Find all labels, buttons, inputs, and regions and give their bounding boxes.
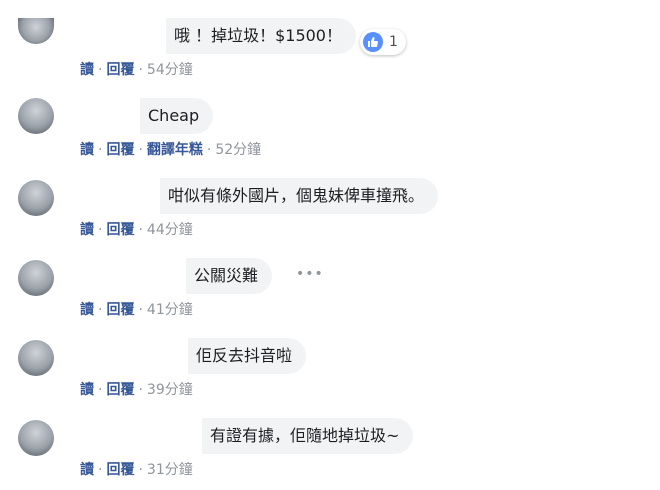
- reply-link[interactable]: 回覆: [106, 382, 134, 398]
- separator: ·: [138, 302, 143, 318]
- timestamp[interactable]: 31分鐘: [147, 462, 193, 478]
- separator: ·: [98, 382, 103, 398]
- avatar[interactable]: [18, 260, 54, 296]
- reaction-summary[interactable]: 1: [360, 29, 406, 55]
- commenter-name[interactable]: [68, 338, 188, 374]
- separator: ·: [138, 462, 143, 478]
- commenter-name[interactable]: [68, 258, 186, 294]
- reply-link[interactable]: 回覆: [106, 462, 134, 478]
- read-link[interactable]: 讀: [80, 382, 94, 398]
- separator: ·: [98, 222, 103, 238]
- more-horizontal-icon[interactable]: •••: [296, 266, 324, 282]
- reply-link[interactable]: 回覆: [106, 62, 134, 78]
- comment-text: 佢反去抖音啦: [196, 346, 293, 365]
- separator: ·: [98, 302, 103, 318]
- like-icon: [363, 32, 383, 52]
- commenter-name[interactable]: [68, 418, 202, 454]
- comment-text: 咁似有條外國片，個鬼妹俾車撞飛。: [168, 186, 425, 205]
- commenter-name[interactable]: [68, 18, 166, 54]
- timestamp[interactable]: 39分鐘: [147, 382, 193, 398]
- comment-bubble: 哦 ！掉垃圾！$1500！: [68, 18, 356, 54]
- comment-text: 公關災難: [194, 266, 259, 285]
- timestamp[interactable]: 41分鐘: [147, 302, 193, 318]
- comment-actions: 讀 · 回覆 · 39分鐘: [80, 380, 193, 400]
- comment-actions: 讀 · 回覆 · 44分鐘: [80, 220, 193, 240]
- separator: ·: [98, 142, 103, 158]
- comment-actions: 讀 · 回覆 · 翻譯年糕 · 52分鐘: [80, 140, 261, 160]
- comment-text: 哦 ！掉垃圾！$1500！: [174, 26, 342, 45]
- read-link[interactable]: 讀: [80, 302, 94, 318]
- avatar[interactable]: [18, 18, 54, 44]
- comment-actions: 讀 · 回覆 · 54分鐘: [80, 60, 193, 80]
- reply-link[interactable]: 回覆: [106, 142, 134, 158]
- comment-actions: 讀 · 回覆 · 41分鐘: [80, 300, 193, 320]
- timestamp[interactable]: 44分鐘: [147, 222, 193, 238]
- separator: ·: [138, 62, 143, 78]
- read-link[interactable]: 讀: [80, 222, 94, 238]
- avatar[interactable]: [18, 420, 54, 456]
- comment-text: 有證有據，佢隨地掉垃圾~: [210, 426, 400, 445]
- read-link[interactable]: 讀: [80, 462, 94, 478]
- comment-bubble: 公關災難: [68, 258, 273, 294]
- timestamp[interactable]: 52分鐘: [215, 142, 261, 158]
- separator: ·: [98, 462, 103, 478]
- separator: ·: [206, 142, 212, 158]
- read-link[interactable]: 讀: [80, 142, 94, 158]
- read-link[interactable]: 讀: [80, 62, 94, 78]
- separator: ·: [138, 142, 143, 158]
- comment-text: Cheap: [148, 106, 200, 125]
- reply-link[interactable]: 回覆: [106, 302, 134, 318]
- commenter-name[interactable]: [68, 98, 140, 134]
- comment-bubble: 佢反去抖音啦: [68, 338, 307, 374]
- timestamp[interactable]: 54分鐘: [147, 62, 193, 78]
- comment-bubble: 有證有據，佢隨地掉垃圾~: [68, 418, 414, 454]
- separator: ·: [138, 222, 143, 238]
- avatar[interactable]: [18, 180, 54, 216]
- commenter-name[interactable]: [68, 178, 160, 214]
- separator: ·: [138, 382, 143, 398]
- avatar[interactable]: [18, 340, 54, 376]
- translate-link[interactable]: 翻譯年糕: [147, 142, 203, 158]
- comment-bubble: 咁似有條外國片，個鬼妹俾車撞飛。: [68, 178, 439, 214]
- separator: ·: [98, 62, 103, 78]
- avatar[interactable]: [18, 98, 54, 134]
- reply-link[interactable]: 回覆: [106, 222, 134, 238]
- comment-bubble: Cheap: [68, 98, 214, 134]
- reaction-count: 1: [389, 34, 398, 50]
- comment-actions: 讀 · 回覆 · 31分鐘: [80, 460, 193, 480]
